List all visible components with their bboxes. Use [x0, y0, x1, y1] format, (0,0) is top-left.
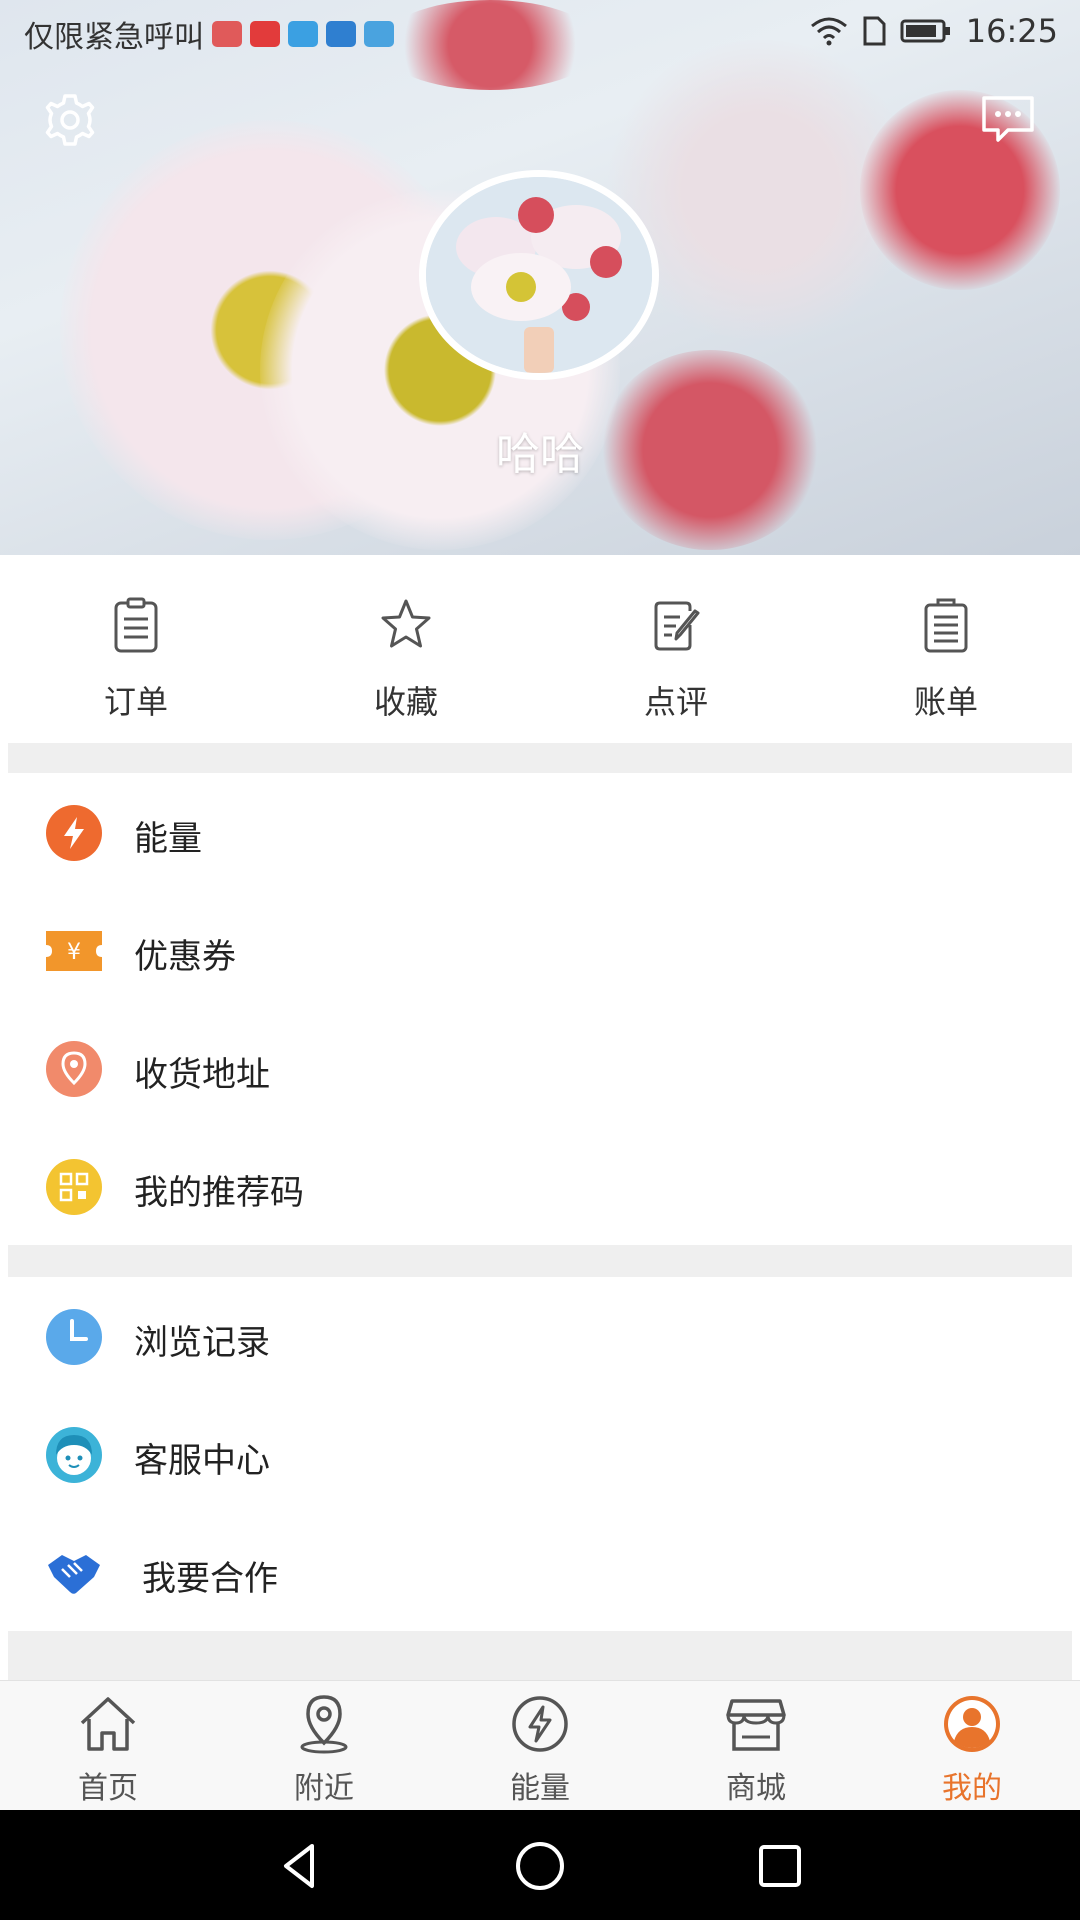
- home-icon: [80, 1697, 136, 1751]
- battery-icon: [900, 19, 950, 43]
- tab-label: 附近: [294, 1771, 354, 1806]
- profile-icon: [944, 1696, 1000, 1752]
- menu-item-cooperate[interactable]: 我要合作: [8, 1513, 1072, 1632]
- app-notification-icon: [288, 21, 318, 47]
- menu-item-label: 能量: [134, 819, 202, 859]
- sim-icon: [863, 16, 886, 46]
- status-right: 16:25: [810, 12, 1058, 50]
- menu-item-coupons[interactable]: ¥ 优惠券: [8, 891, 1072, 1010]
- back-icon[interactable]: [272, 1838, 328, 1894]
- tab-label: 首页: [78, 1771, 138, 1806]
- recent-apps-icon[interactable]: [752, 1838, 808, 1894]
- tab-label: 我的: [942, 1771, 1002, 1806]
- app-notification-icon: [212, 21, 242, 47]
- quick-action-reviews[interactable]: 点评: [596, 595, 756, 723]
- section-divider: [8, 1631, 1072, 1680]
- status-left: 仅限紧急呼叫: [24, 12, 394, 56]
- menu-item-customer-service[interactable]: 客服中心: [8, 1395, 1072, 1514]
- status-time: 16:25: [965, 12, 1058, 50]
- settings-gear-icon[interactable]: [40, 90, 100, 150]
- tab-energy[interactable]: 能量: [470, 1693, 610, 1807]
- quick-action-label: 订单: [103, 683, 168, 721]
- review-edit-icon: [654, 601, 700, 651]
- profile-header-banner: 仅限紧急呼叫 16:25 哈哈: [0, 0, 1080, 555]
- tab-label: 商城: [726, 1771, 786, 1806]
- coupon-icon: ¥: [46, 931, 102, 971]
- app-notification-icon: [364, 21, 394, 47]
- system-navigation-bar: [0, 1810, 1080, 1920]
- quick-action-label: 点评: [643, 683, 708, 721]
- quick-action-label: 账单: [913, 683, 978, 721]
- location-pin-icon: [46, 1041, 102, 1097]
- menu-item-referral-code[interactable]: 我的推荐码: [8, 1127, 1072, 1246]
- status-bar: 仅限紧急呼叫 16:25: [0, 0, 1080, 64]
- quick-action-orders[interactable]: 订单: [56, 595, 216, 723]
- tab-store[interactable]: 商城: [686, 1693, 826, 1807]
- quick-action-favorites[interactable]: 收藏: [326, 595, 486, 723]
- clock-icon: [46, 1309, 102, 1365]
- bottom-tab-bar: 首页 附近 能量 商城 我的: [0, 1680, 1080, 1811]
- message-icon[interactable]: [978, 92, 1038, 146]
- section-divider: [8, 743, 1072, 773]
- menu-item-history[interactable]: 浏览记录: [8, 1277, 1072, 1396]
- order-clipboard-icon: [114, 597, 158, 653]
- tab-profile[interactable]: 我的: [902, 1693, 1042, 1807]
- menu-item-label: 我的推荐码: [134, 1173, 304, 1213]
- tab-label: 能量: [510, 1771, 570, 1806]
- menu-item-label: 客服中心: [134, 1441, 270, 1481]
- referral-code-icon: [46, 1159, 102, 1215]
- username: 哈哈: [496, 429, 584, 480]
- menu-item-label: 浏览记录: [134, 1323, 270, 1363]
- menu-item-energy[interactable]: 能量: [8, 773, 1072, 892]
- app-notification-icon: [250, 21, 280, 47]
- wifi-icon: [810, 17, 847, 46]
- home-circle-icon[interactable]: [512, 1838, 568, 1894]
- svg-text:¥: ¥: [67, 940, 81, 965]
- quick-action-label: 收藏: [373, 683, 438, 721]
- avatar-flower-image: [426, 177, 652, 373]
- tab-home[interactable]: 首页: [38, 1693, 178, 1807]
- tab-nearby[interactable]: 附近: [254, 1693, 394, 1807]
- menu-item-label: 我要合作: [142, 1559, 278, 1599]
- bill-clipboard-icon: [924, 598, 968, 653]
- menu-item-label: 收货地址: [134, 1055, 270, 1095]
- handshake-icon: [48, 1555, 100, 1594]
- menu-item-label: 优惠券: [134, 937, 236, 977]
- quick-actions-row: 订单 收藏 点评 账单: [0, 555, 1080, 743]
- energy-circle-icon: [512, 1696, 568, 1752]
- quick-action-bills[interactable]: 账单: [866, 595, 1026, 723]
- nearby-pin-icon: [300, 1695, 348, 1754]
- menu-item-address[interactable]: 收货地址: [8, 1009, 1072, 1128]
- section-divider: [8, 1245, 1072, 1277]
- energy-bolt-icon: [46, 805, 102, 861]
- customer-service-icon: [46, 1427, 102, 1483]
- app-notification-icon: [326, 21, 356, 47]
- store-icon: [726, 1699, 786, 1751]
- carrier-text: 仅限紧急呼叫: [24, 20, 204, 55]
- avatar[interactable]: [419, 170, 659, 380]
- star-icon: [381, 599, 431, 648]
